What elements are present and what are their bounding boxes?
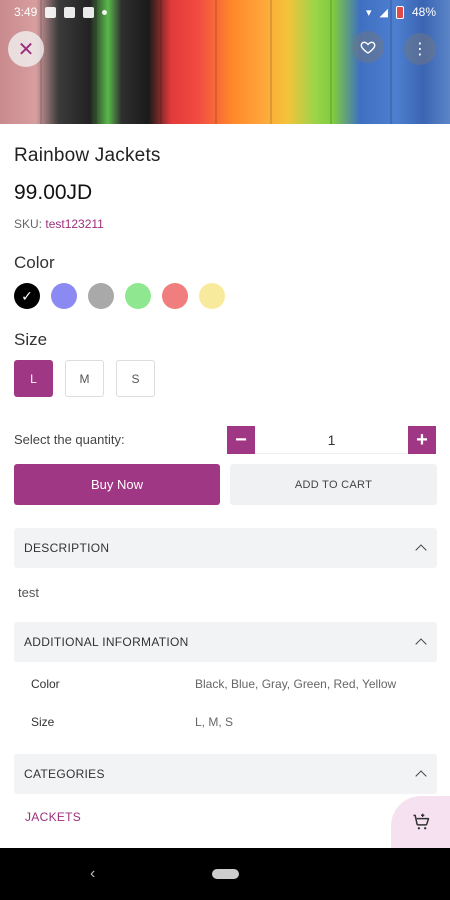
additional-info-title: ADDITIONAL INFORMATION [24,635,189,649]
swatch-blue[interactable] [51,283,77,309]
add-to-cart-button[interactable]: ADD TO CART [230,464,437,505]
wifi-icon: ▾ [365,6,372,19]
swatch-gray[interactable] [88,283,114,309]
battery-level: 48% [411,5,436,19]
description-text: test [18,585,39,600]
sku-label: SKU: [14,217,43,231]
swatch-black[interactable]: ✓ [14,283,40,309]
product-title: Rainbow Jackets [14,145,161,166]
additional-info-header[interactable]: ADDITIONAL INFORMATION [14,622,437,662]
signal-icon: ◢ [379,6,388,19]
category-link-jackets[interactable]: JACKETS [25,810,81,824]
size-option-s[interactable]: S [116,360,155,397]
back-icon[interactable]: ‹ [90,865,95,883]
size-options: L M S [14,360,155,397]
plus-icon: + [416,428,428,451]
dot-icon [102,9,108,15]
description-title: DESCRIPTION [24,541,110,555]
system-navigation-bar: ‹ [0,848,450,900]
battery-icon [395,5,404,19]
home-pill[interactable] [212,869,239,879]
youtube-icon [64,6,76,18]
color-swatches: ✓ [14,283,225,309]
more-vertical-icon: ⋮ [412,41,428,58]
description-header[interactable]: DESCRIPTION [14,528,437,568]
info-key-color: Color [31,677,60,691]
heart-icon [360,41,376,54]
notification-icon [45,6,57,18]
quantity-stepper: − 1 + [227,426,436,454]
size-option-m[interactable]: M [65,360,104,397]
check-icon: ✓ [21,287,33,304]
sku-value: test123211 [45,217,104,231]
quantity-input[interactable]: 1 [255,426,408,454]
categories-header[interactable]: CATEGORIES [14,754,437,794]
swatch-yellow[interactable] [199,283,225,309]
favorite-button[interactable] [352,31,384,63]
info-value-color: Black, Blue, Gray, Green, Red, Yellow [195,677,397,691]
cart-icon [413,813,429,830]
color-label: Color [14,253,55,272]
status-bar: 3:49 ▾ ◢ 48% [0,0,450,24]
status-time: 3:49 [14,5,38,19]
chevron-up-icon [415,544,427,556]
chevron-up-icon [415,770,427,782]
categories-title: CATEGORIES [24,767,105,781]
floating-cart-button[interactable] [391,796,450,848]
quantity-label: Select the quantity: [14,432,125,447]
close-icon: ✕ [17,38,35,61]
size-option-l[interactable]: L [14,360,53,397]
close-button[interactable]: ✕ [8,31,44,67]
info-key-size: Size [31,715,55,729]
buy-now-button[interactable]: Buy Now [14,464,220,505]
swatch-green[interactable] [125,283,151,309]
chevron-up-icon [415,638,427,650]
youtube-icon [83,6,95,18]
product-sku: SKU: test123211 [14,217,104,231]
minus-icon: − [235,428,247,451]
swatch-red[interactable] [162,283,188,309]
quantity-increase-button[interactable]: + [408,426,436,454]
product-price: 99.00JD [14,181,93,204]
more-options-button[interactable]: ⋮ [404,33,436,65]
size-label: Size [14,330,48,349]
quantity-decrease-button[interactable]: − [227,426,255,454]
info-value-size: L, M, S [195,715,234,729]
